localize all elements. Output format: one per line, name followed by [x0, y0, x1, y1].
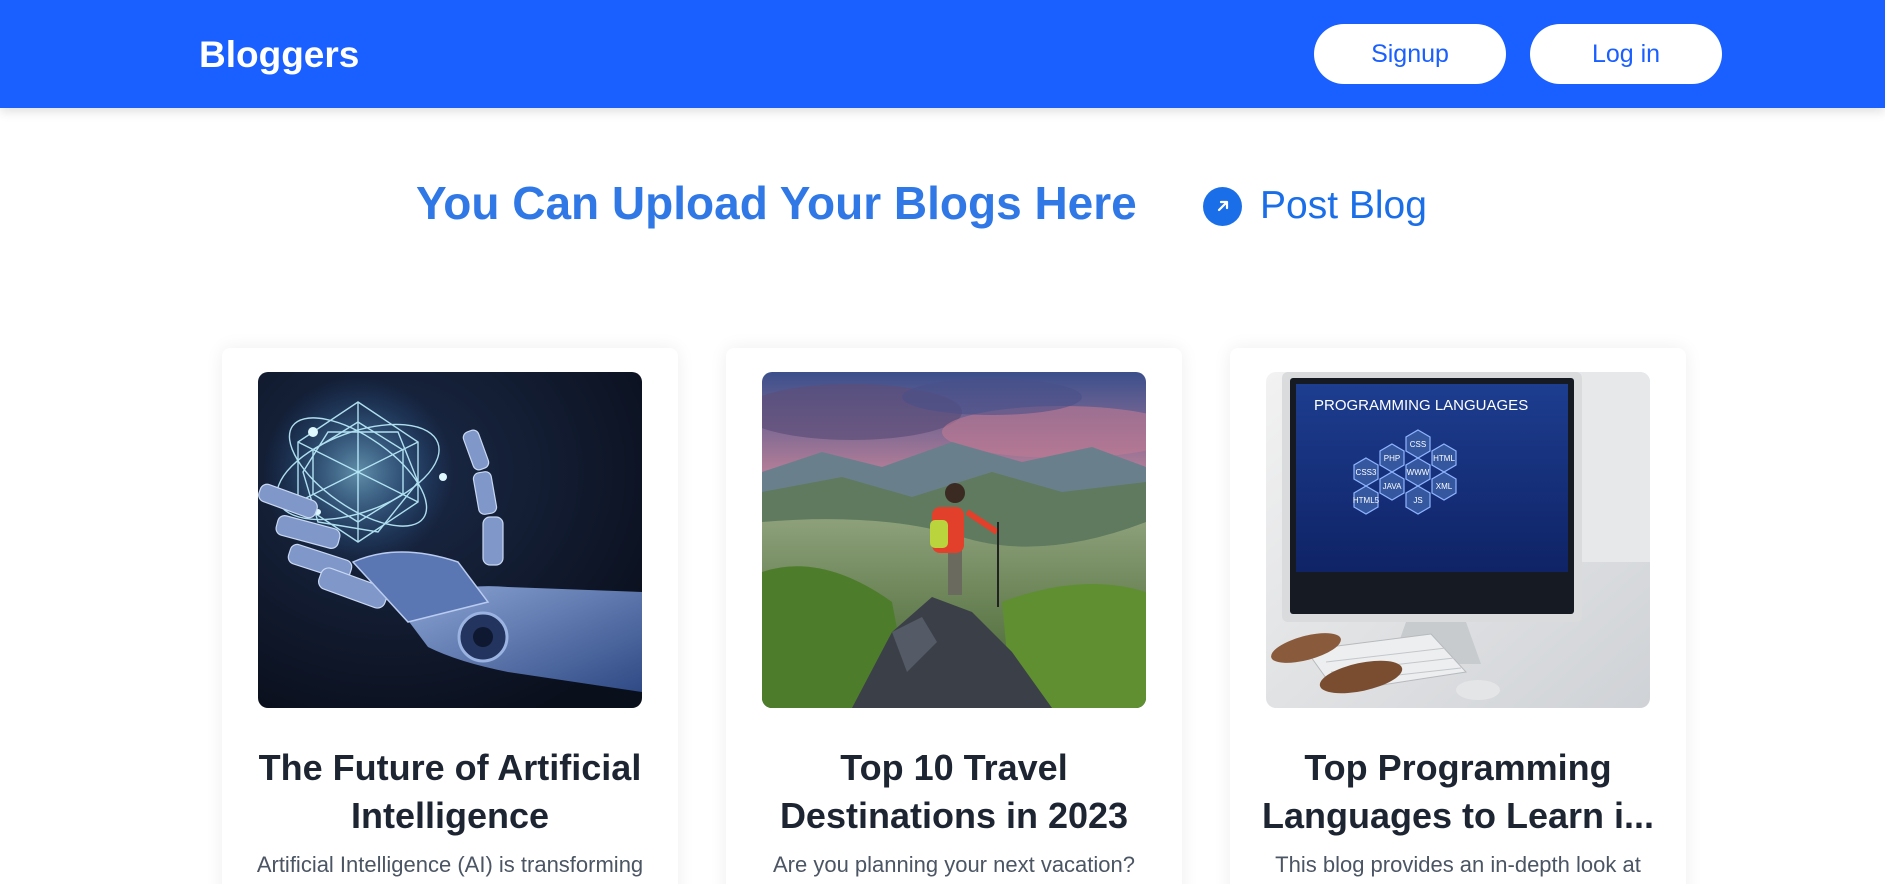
blog-card-excerpt: This blog provides an in-depth look at: [1275, 852, 1641, 877]
hex-label: CSS3: [1356, 468, 1377, 477]
blog-card[interactable]: PROGRAMMING LANGUAGES CSS PHP HTML CSS3 …: [1230, 348, 1686, 884]
hex-label: JAVA: [1383, 482, 1402, 491]
blog-card-title[interactable]: The Future of Artificial Intelligence: [242, 744, 658, 840]
blog-card-excerpt: Are you planning your next vacation?: [772, 852, 1135, 877]
top-navbar: Bloggers Signup Log in: [0, 0, 1885, 108]
hex-label: PHP: [1384, 454, 1400, 463]
login-button[interactable]: Log in: [1530, 24, 1722, 84]
blog-card-image[interactable]: PROGRAMMING LANGUAGES CSS PHP HTML CSS3 …: [1266, 372, 1650, 708]
arrow-up-right-icon: [1203, 186, 1242, 226]
blog-card[interactable]: Top 10 Travel Destinations in 2023 Are y…: [726, 348, 1182, 884]
hex-label: XML: [1436, 482, 1453, 491]
hex-label: JS: [1413, 496, 1422, 505]
hex-label: CSS: [1410, 440, 1426, 449]
blog-card-title[interactable]: Top 10 Travel Destinations in 2023: [746, 744, 1162, 840]
blog-card-excerpt: Artificial Intelligence (AI) is transfor…: [256, 852, 644, 877]
blog-card-title[interactable]: Top Programming Languages to Learn i...: [1250, 744, 1666, 840]
hex-label: HTML5: [1353, 496, 1380, 505]
hex-label: WWW: [1407, 468, 1430, 477]
brand-logo[interactable]: Bloggers: [199, 34, 359, 76]
blog-card-image[interactable]: [762, 372, 1146, 708]
post-blog-link[interactable]: Post Blog: [1203, 183, 1427, 229]
signup-button[interactable]: Signup: [1314, 24, 1506, 84]
blog-card-image[interactable]: [258, 372, 642, 708]
page-title: You Can Upload Your Blogs Here: [416, 177, 1137, 229]
post-blog-label: Post Blog: [1260, 184, 1427, 227]
blog-card[interactable]: The Future of Artificial Intelligence Ar…: [222, 348, 678, 884]
screen-heading-text: PROGRAMMING LANGUAGES: [1314, 397, 1528, 414]
hex-label: HTML: [1433, 454, 1455, 463]
